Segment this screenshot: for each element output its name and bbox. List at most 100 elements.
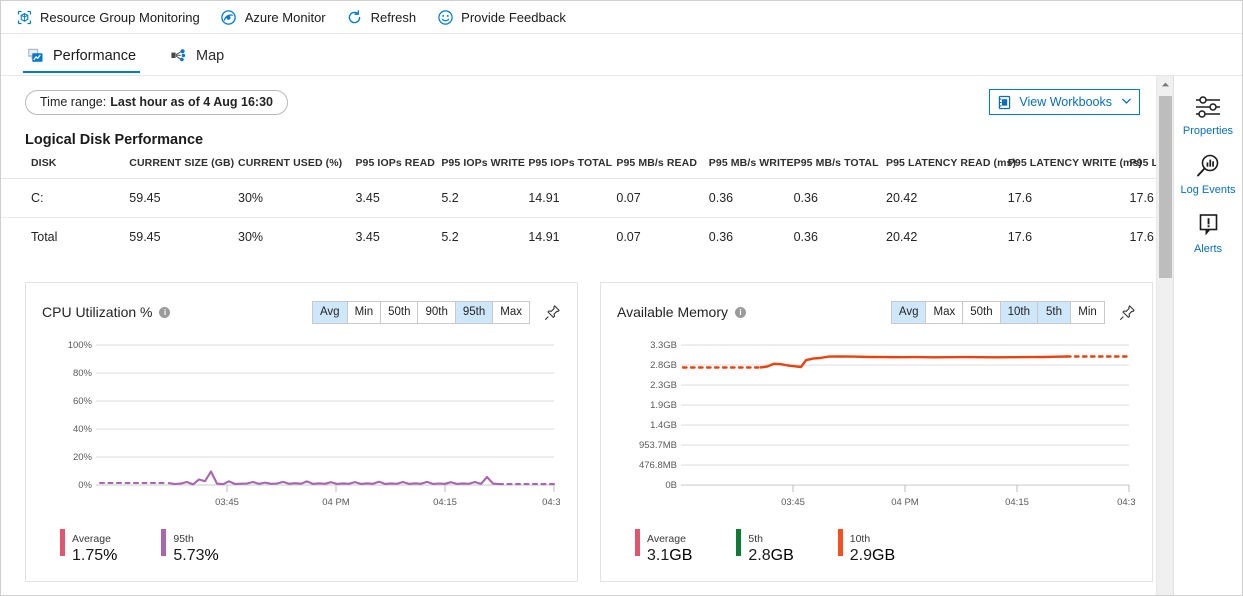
- svg-text:04:15: 04:15: [1005, 497, 1029, 508]
- cell-p95-iops-total: 14.91: [528, 179, 616, 218]
- scroll-up-arrow-icon[interactable]: [1157, 76, 1173, 93]
- info-icon[interactable]: i: [735, 307, 746, 318]
- svg-text:953.7MB: 953.7MB: [639, 440, 677, 451]
- cell-disk: C:: [1, 179, 129, 218]
- svg-text:1.4GB: 1.4GB: [650, 420, 677, 431]
- svg-text:04:30: 04:30: [542, 497, 560, 508]
- cell-p95-mbs-write: 0.36: [709, 218, 794, 257]
- view-workbooks-button[interactable]: View Workbooks: [989, 89, 1140, 115]
- agg-avg-button[interactable]: Avg: [892, 302, 927, 323]
- legend-label: 10th: [850, 533, 870, 545]
- refresh-icon: [346, 8, 364, 26]
- aggregation-selector-cpu: Avg Min 50th 90th 95th Max: [312, 301, 530, 324]
- legend-unit: %: [103, 547, 117, 564]
- rail-item-log-events[interactable]: Log Events: [1174, 143, 1242, 202]
- legend-value: 3.1: [647, 547, 669, 564]
- svg-text:3.3GB: 3.3GB: [650, 340, 677, 351]
- memory-chart-svg: 3.3GB 2.8GB 2.3GB 1.9GB 1.4GB 953.7MB 47…: [617, 337, 1135, 517]
- logical-disk-table: DISK CURRENT SIZE (GB) CURRENT USED (%) …: [1, 157, 1156, 256]
- command-azure-monitor[interactable]: Azure Monitor: [218, 2, 335, 32]
- legend-unit: %: [205, 547, 219, 564]
- rail-item-alerts[interactable]: Alerts: [1174, 202, 1242, 261]
- command-bar: Resource Group Monitoring Azure Monitor …: [1, 1, 1242, 34]
- time-range-selector[interactable]: Time range: Last hour as of 4 Aug 16:30: [25, 90, 288, 115]
- col-current-used: CURRENT USED (%): [238, 157, 355, 179]
- scroll-pane: Time range: Last hour as of 4 Aug 16:30 …: [1, 76, 1156, 595]
- pin-icon[interactable]: [543, 303, 561, 321]
- agg-max-button[interactable]: Max: [493, 302, 529, 323]
- command-resource-group-monitoring[interactable]: Resource Group Monitoring: [13, 2, 209, 32]
- cell-p95-iops-write: 5.2: [441, 179, 528, 218]
- command-provide-feedback[interactable]: Provide Feedback: [434, 2, 575, 32]
- legend-value: 5.73: [173, 547, 204, 564]
- rail-item-properties[interactable]: Properties: [1174, 84, 1242, 143]
- chart-title: Available Memory: [617, 304, 728, 320]
- vertical-scrollbar[interactable]: [1156, 76, 1173, 595]
- legend-item-5th: 5th 2.8GB: [736, 529, 793, 565]
- chart-card-cpu-utilization: CPU Utilization % i Avg Min 50th 90th 95…: [25, 282, 578, 582]
- agg-min-button[interactable]: Min: [1071, 302, 1104, 323]
- svg-text:04:30: 04:30: [1117, 497, 1135, 508]
- legend-label: Average: [647, 533, 686, 545]
- chevron-down-icon: [1122, 98, 1131, 107]
- chart-title-group: Available Memory i: [617, 304, 746, 320]
- tab-map[interactable]: Map: [166, 36, 228, 75]
- svg-text:476.8MB: 476.8MB: [639, 460, 677, 471]
- command-refresh[interactable]: Refresh: [344, 2, 426, 32]
- svg-text:0B: 0B: [665, 480, 677, 491]
- svg-text:03:45: 03:45: [215, 497, 239, 508]
- table-row[interactable]: C: 59.45 30% 3.45 5.2 14.91 0.07 0.36 0.…: [1, 179, 1156, 218]
- content-area: Time range: Last hour as of 4 Aug 16:30 …: [1, 76, 1242, 595]
- col-p95-mbs-total: P95 MB/s TOTAL: [794, 157, 886, 179]
- sliders-icon: [1193, 92, 1223, 122]
- agg-avg-button[interactable]: Avg: [313, 302, 348, 323]
- chart-plot-memory: 3.3GB 2.8GB 2.3GB 1.9GB 1.4GB 953.7MB 47…: [617, 337, 1136, 517]
- command-label: Refresh: [371, 10, 417, 25]
- log-search-icon: [1193, 151, 1223, 181]
- agg-50th-button[interactable]: 50th: [963, 302, 1000, 323]
- info-icon[interactable]: i: [159, 307, 170, 318]
- rail-label: Log Events: [1180, 184, 1235, 196]
- legend-unit: GB: [771, 547, 794, 564]
- col-p95-iops-read: P95 IOPs READ: [355, 157, 441, 179]
- chart-title-group: CPU Utilization % i: [42, 304, 170, 320]
- agg-50th-button[interactable]: 50th: [381, 302, 418, 323]
- agg-90th-button[interactable]: 90th: [418, 302, 455, 323]
- col-p95-latency-total: P95 LATENCY TOTAL (ms): [1130, 157, 1156, 179]
- legend-label: 95th: [173, 533, 193, 545]
- app-root: Resource Group Monitoring Azure Monitor …: [0, 0, 1243, 596]
- rail-label: Properties: [1183, 125, 1233, 137]
- chart-header: CPU Utilization % i Avg Min 50th 90th 95…: [42, 299, 561, 325]
- workbook-icon: [997, 95, 1012, 110]
- svg-text:100%: 100%: [68, 340, 93, 351]
- legend-color-swatch: [838, 529, 843, 556]
- command-label: Resource Group Monitoring: [40, 10, 200, 25]
- aggregation-selector-memory: Avg Max 50th 10th 5th Min: [891, 301, 1105, 324]
- cell-p95-iops-read: 3.45: [355, 179, 441, 218]
- svg-text:80%: 80%: [73, 368, 93, 379]
- svg-text:20%: 20%: [73, 452, 93, 463]
- agg-5th-button[interactable]: 5th: [1038, 302, 1071, 323]
- legend-color-swatch: [161, 529, 166, 556]
- legend-value: 2.9: [850, 547, 872, 564]
- scrollbar-thumb[interactable]: [1159, 96, 1172, 278]
- agg-10th-button[interactable]: 10th: [1001, 302, 1038, 323]
- azure-monitor-icon: [220, 8, 238, 26]
- tab-strip: Performance Map: [1, 34, 1242, 76]
- tab-performance[interactable]: Performance: [23, 36, 140, 75]
- table-row[interactable]: Total 59.45 30% 3.45 5.2 14.91 0.07 0.36…: [1, 218, 1156, 257]
- agg-95th-button[interactable]: 95th: [456, 302, 493, 323]
- chart-controls: Avg Min 50th 90th 95th Max: [312, 301, 561, 324]
- pin-icon[interactable]: [1118, 303, 1136, 321]
- svg-text:60%: 60%: [73, 396, 93, 407]
- agg-max-button[interactable]: Max: [926, 302, 963, 323]
- legend-unit: GB: [872, 547, 895, 564]
- legend-color-swatch: [60, 529, 65, 556]
- svg-text:03:45: 03:45: [781, 497, 805, 508]
- legend-value: 1.75: [72, 547, 103, 564]
- right-rail: Properties Log Events: [1173, 76, 1242, 595]
- svg-text:04 PM: 04 PM: [322, 497, 350, 508]
- agg-min-button[interactable]: Min: [348, 302, 382, 323]
- col-p95-mbs-read: P95 MB/s READ: [616, 157, 708, 179]
- col-p95-iops-write: P95 IOPs WRITE: [441, 157, 528, 179]
